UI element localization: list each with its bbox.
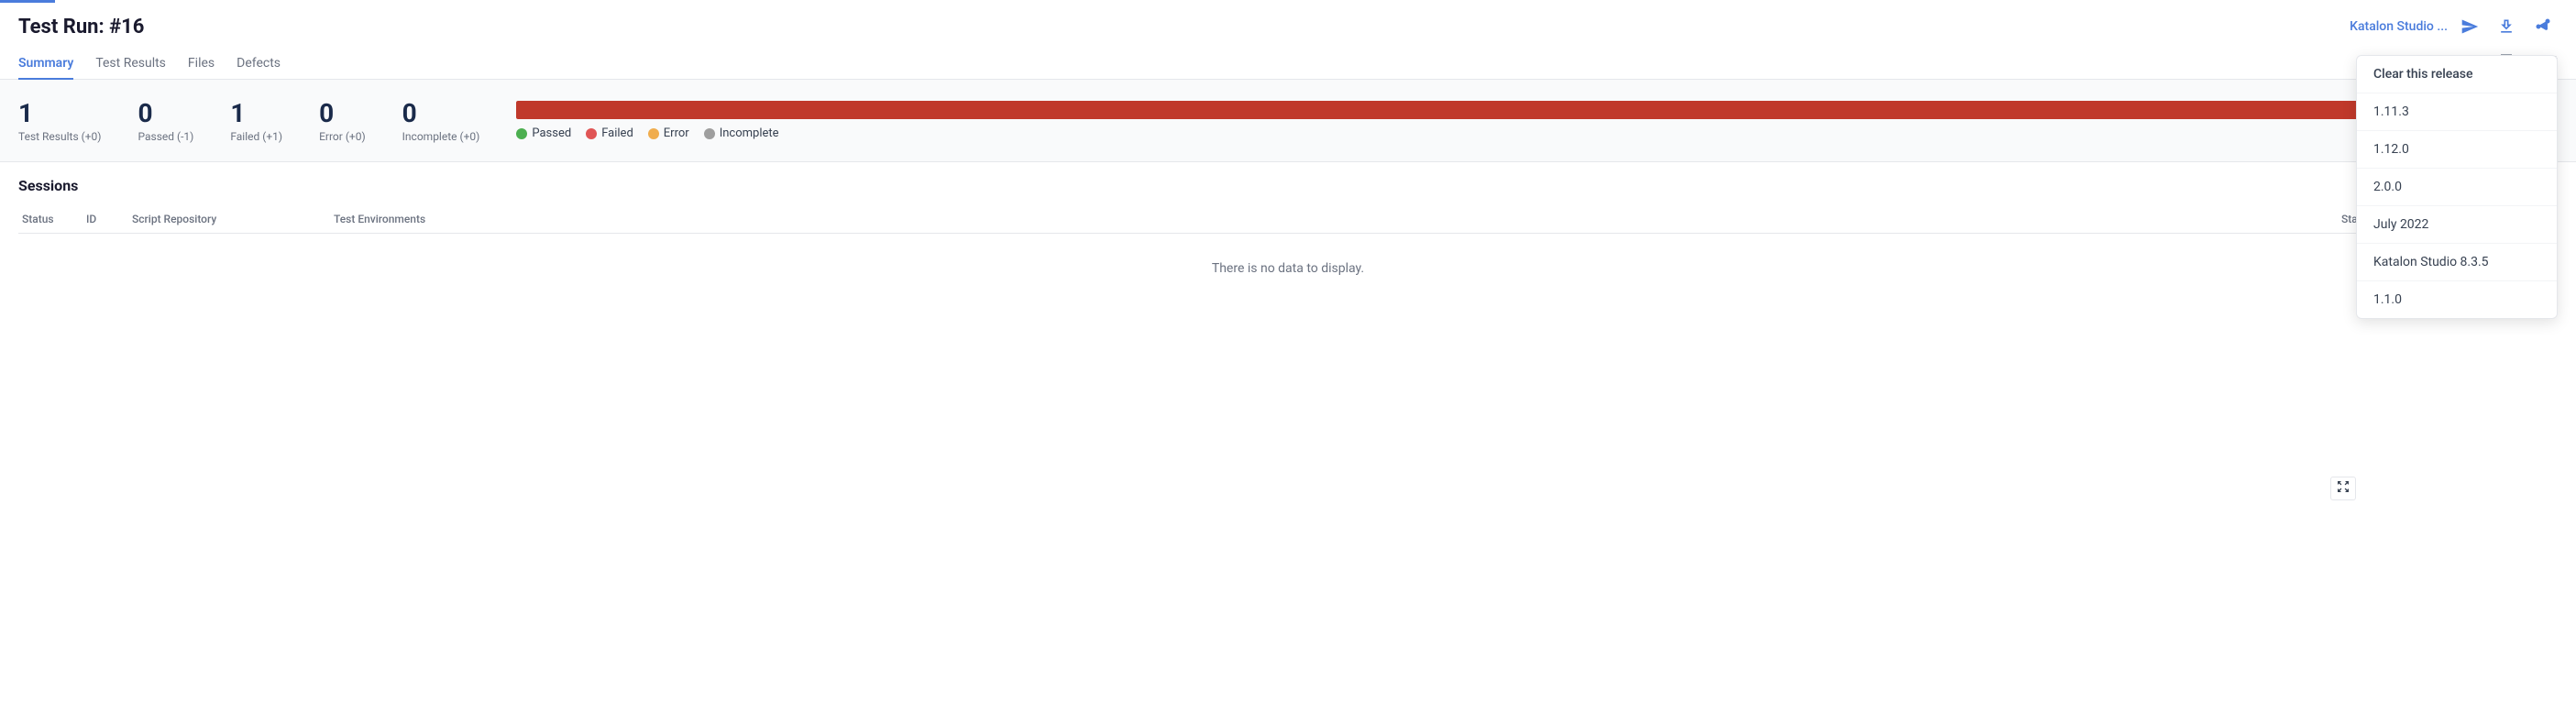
nav-tabs: Summary Test Results Files Defects 5s de… [0,41,2576,80]
collapse-icon [2336,479,2350,494]
expand-button[interactable] [2330,477,2356,500]
download-icon-button[interactable] [2492,12,2521,41]
tab-summary[interactable]: Summary [18,49,73,80]
legend-passed-label: Passed [532,126,571,140]
legend-error-label: Error [664,126,689,140]
sessions-title: Sessions [18,177,2558,194]
col-id: ID [83,213,128,225]
stat-error-number: 0 [319,98,366,128]
legend-failed: Failed [586,126,633,140]
legend-incomplete: Incomplete [704,126,779,140]
stat-error-label: Error (+0) [319,130,366,143]
stat-incomplete-number: 0 [402,98,480,128]
tab-defects[interactable]: Defects [237,49,281,80]
col-test-env: Test Environments [330,213,2338,225]
sessions-section: Sessions Status ID Script Repository Tes… [0,162,2576,318]
chart-legend: Passed Failed Error Incomplete [516,126,2466,140]
col-script-repo: Script Repository [128,213,330,225]
stat-test-results-number: 1 [18,98,101,128]
header-actions: Katalon Studio ... [2350,12,2558,41]
dropdown-item-katalon835[interactable]: Katalon Studio 8.3.5 [2357,244,2557,281]
dropdown-item-v1113[interactable]: 1.11.3 [2357,93,2557,131]
header: Test Run: #16 Katalon Studio ... [0,3,2576,41]
table-header: Status ID Script Repository Test Environ… [18,205,2558,234]
legend-incomplete-dot [704,128,715,139]
stat-incomplete: 0 Incomplete (+0) [402,98,480,143]
dropdown-item-july2022[interactable]: July 2022 [2357,206,2557,244]
stat-failed-label: Failed (+1) [230,130,282,143]
progress-bar-fill [516,101,2466,119]
download-icon [2497,17,2515,36]
stat-failed: 1 Failed (+1) [230,98,282,143]
summary-section: 1 Test Results (+0) 0 Passed (-1) 1 Fail… [0,80,2576,162]
col-status: Status [18,213,83,225]
share-icon [2534,17,2552,36]
tab-files[interactable]: Files [188,49,215,80]
stat-passed-label: Passed (-1) [138,130,193,143]
page-title: Test Run: #16 [18,16,144,38]
legend-error-dot [648,128,659,139]
katalon-label[interactable]: Katalon Studio ... [2350,19,2448,34]
share-icon-button[interactable] [2528,12,2558,41]
stat-incomplete-label: Incomplete (+0) [402,130,480,143]
dropdown-item-v200[interactable]: 2.0.0 [2357,169,2557,206]
stat-failed-number: 1 [230,98,282,128]
stat-passed: 0 Passed (-1) [138,98,193,143]
legend-passed: Passed [516,126,571,140]
legend-error: Error [648,126,689,140]
stats-row: 1 Test Results (+0) 0 Passed (-1) 1 Fail… [18,98,2558,143]
stat-error: 0 Error (+0) [319,98,366,143]
send-icon [2460,17,2479,36]
send-icon-button[interactable] [2455,12,2484,41]
legend-failed-dot [586,128,597,139]
tab-test-results[interactable]: Test Results [95,49,166,80]
dropdown-item-v110[interactable]: 1.1.0 [2357,281,2557,318]
no-data-message: There is no data to display. [18,234,2558,303]
dropdown-item-v1120[interactable]: 1.12.0 [2357,131,2557,169]
progress-bar-track [516,101,2466,119]
dropdown-item-clear[interactable]: Clear this release [2357,56,2557,93]
legend-failed-label: Failed [601,126,633,140]
release-dropdown[interactable]: Clear this release 1.11.3 1.12.0 2.0.0 J… [2356,55,2558,319]
progress-bar-container: Passed Failed Error Incomplete [516,101,2466,140]
legend-passed-dot [516,128,527,139]
legend-incomplete-label: Incomplete [720,126,779,140]
stat-passed-number: 0 [138,98,193,128]
stat-test-results: 1 Test Results (+0) [18,98,101,143]
stat-test-results-label: Test Results (+0) [18,130,101,143]
